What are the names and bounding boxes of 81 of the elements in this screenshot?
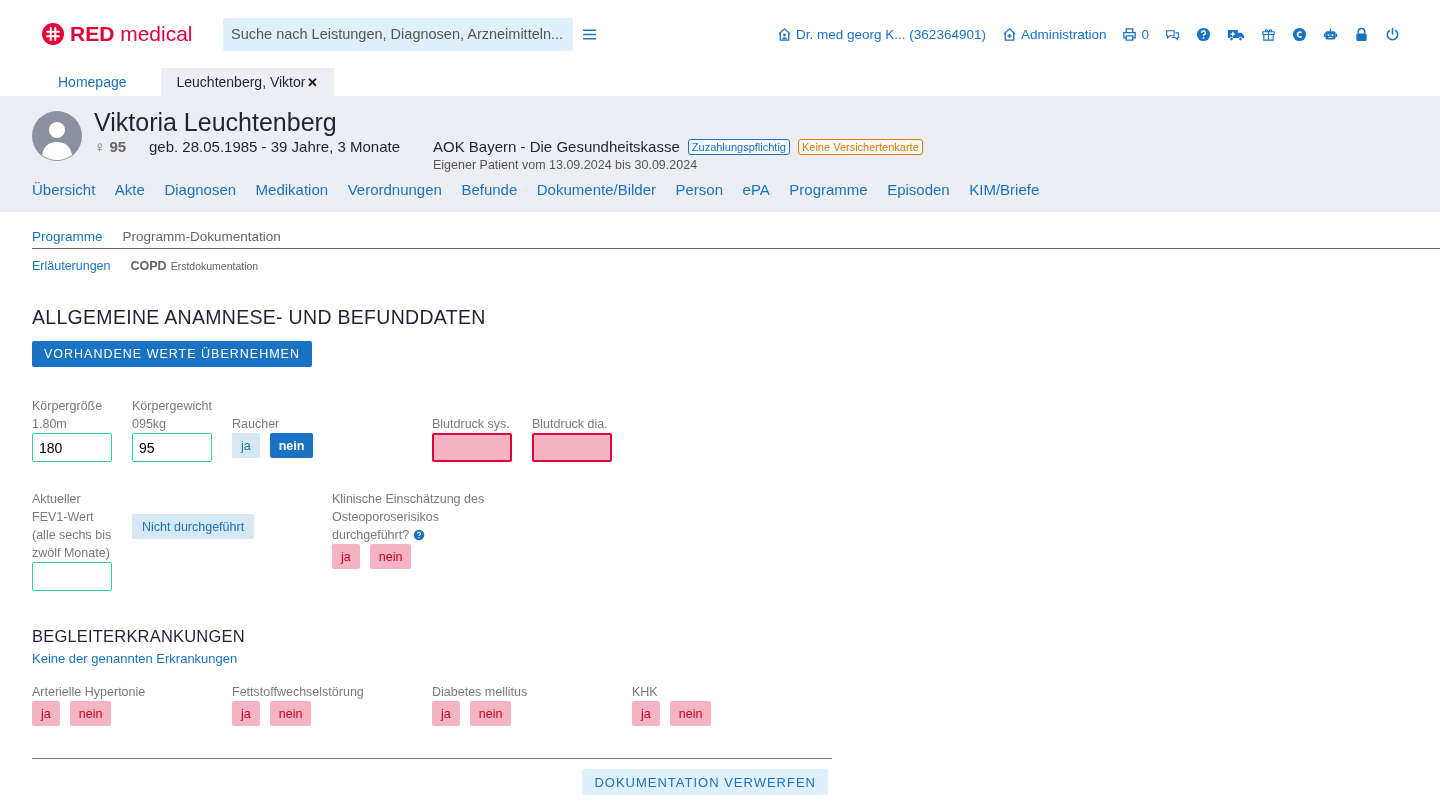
field-hint: 1.80m	[32, 416, 67, 433]
nav-link[interactable]: Befunde	[461, 181, 518, 198]
choice-button[interactable]: ja	[432, 701, 460, 726]
insurance-name: AOK Bayern - Die Gesundheitskasse	[433, 138, 680, 155]
patient-name: Viktoria Leuchtenberg	[94, 108, 338, 136]
nav-link[interactable]: ePA	[742, 181, 770, 198]
input-field[interactable]: 180	[32, 433, 112, 462]
status-tag: Keine Versichertenkarte	[797, 138, 923, 155]
choice-button[interactable]: ja	[232, 433, 260, 458]
input-field[interactable]	[532, 433, 612, 462]
nav-link[interactable]: Diagnosen	[164, 181, 237, 198]
patient-age: ♀ 95	[94, 138, 128, 155]
tab[interactable]: Leuchtenberg, Viktor✕	[160, 68, 335, 96]
tab[interactable]: Homepage	[40, 68, 145, 96]
field-label: Arterielle Hypertonie	[32, 684, 146, 701]
birth-date: geb. 28.05.1985 - 39 Jahre, 3 Monate	[149, 138, 401, 155]
input-field[interactable]	[432, 433, 512, 462]
apply-values-button[interactable]: VORHANDENE WERTE ÜBERNEHMEN	[32, 341, 312, 367]
not-performed-button[interactable]: Nicht durchgeführt	[132, 514, 255, 539]
program-name: COPD	[130, 259, 167, 273]
nav-link[interactable]: Person	[675, 181, 724, 198]
field-label: KHK	[632, 684, 658, 701]
sub-tab[interactable]: Programm-Dokumentation	[122, 229, 281, 244]
choice-button[interactable]: ja	[32, 701, 60, 726]
administration-link[interactable]: Administration	[1001, 26, 1107, 42]
choice-button[interactable]: nein	[469, 701, 512, 726]
choice-button[interactable]: ja	[232, 701, 260, 726]
choice-button[interactable]: ja	[632, 701, 660, 726]
home-plus-icon	[1001, 26, 1017, 42]
print-queue-link[interactable]: 0	[1122, 26, 1149, 42]
input-field[interactable]: 95	[132, 433, 212, 462]
search-field[interactable]: Suche nach Leistungen, Diagnosen, Arzneimitteln...	[223, 17, 573, 51]
discard-button[interactable]: DOKUMENTATION VERWERFEN	[582, 769, 828, 795]
nav-link[interactable]: Dokumente/Bilder	[536, 181, 656, 198]
section-title: ALLGEMEINE ANAMNESE- UND BEFUNDDATEN	[32, 306, 487, 329]
field-hint: 095kg	[132, 416, 167, 433]
power-icon[interactable]	[1385, 26, 1400, 42]
nav-link[interactable]: Übersicht	[32, 181, 96, 198]
close-icon[interactable]: ✕	[307, 74, 319, 90]
choice-button[interactable]: nein	[669, 701, 712, 726]
patient-period: Eigener Patient vom 13.09.2024 bis 30.09.2024	[433, 158, 698, 172]
nav-link[interactable]: Programme	[789, 181, 868, 198]
gift-icon[interactable]	[1261, 26, 1276, 42]
choice-button[interactable]: nein	[269, 701, 312, 726]
nav-link[interactable]: KIM/Briefe	[969, 181, 1040, 198]
field-label: Körpergewicht	[132, 398, 212, 415]
nav-link[interactable]: Verordnungen	[347, 181, 442, 198]
logo-text: RED medical	[70, 22, 193, 46]
printer-icon	[1122, 26, 1138, 42]
lock-icon[interactable]	[1354, 26, 1369, 42]
help-icon[interactable]	[1196, 26, 1211, 42]
status-tag: Zuzahlungspflichtig	[687, 138, 790, 155]
user-link[interactable]: Dr. med georg K... (362364901)	[777, 26, 986, 42]
logo-icon	[42, 23, 64, 45]
nav-link[interactable]: Episoden	[887, 181, 950, 198]
field-label: Blutdruck sys.	[432, 416, 510, 433]
choice-button[interactable]: nein	[69, 701, 112, 726]
document-type: Erstdokumentation	[170, 260, 259, 272]
field-label: Fettstoffwechselstörung	[232, 684, 364, 701]
field-label: Körpergröße	[32, 398, 103, 415]
help-icon[interactable]	[413, 529, 426, 541]
robot-icon[interactable]	[1323, 26, 1338, 42]
home-user-icon	[777, 26, 793, 42]
field-label: Diabetes mellitus	[432, 684, 528, 701]
field-label: Blutdruck dia.	[532, 416, 608, 433]
choice-button[interactable]: nein	[269, 433, 314, 458]
explanations-link[interactable]: Erläuterungen	[32, 259, 111, 273]
field-label: Raucher	[232, 416, 280, 433]
section-title: BEGLEITERKRANKUNGEN	[32, 627, 246, 646]
field-label: Klinische Einschätzung des Osteoporoserisikos durchgeführt?	[332, 491, 486, 544]
choice-button[interactable]: nein	[369, 544, 412, 569]
field-label: Aktueller FEV1-Wert (alle sechs bis zwölf Monate)	[32, 491, 112, 562]
avatar-icon	[32, 111, 82, 161]
copyright-icon[interactable]	[1292, 26, 1307, 42]
choice-button[interactable]: ja	[332, 544, 360, 569]
sub-tab[interactable]: Programme	[32, 229, 103, 244]
nav-link[interactable]: Medikation	[255, 181, 329, 198]
none-of-these-link[interactable]: Keine der genannten Erkrankungen	[32, 651, 238, 666]
input-field[interactable]	[32, 562, 112, 591]
menu-icon[interactable]	[582, 26, 597, 42]
nav-link[interactable]: Akte	[114, 181, 145, 198]
